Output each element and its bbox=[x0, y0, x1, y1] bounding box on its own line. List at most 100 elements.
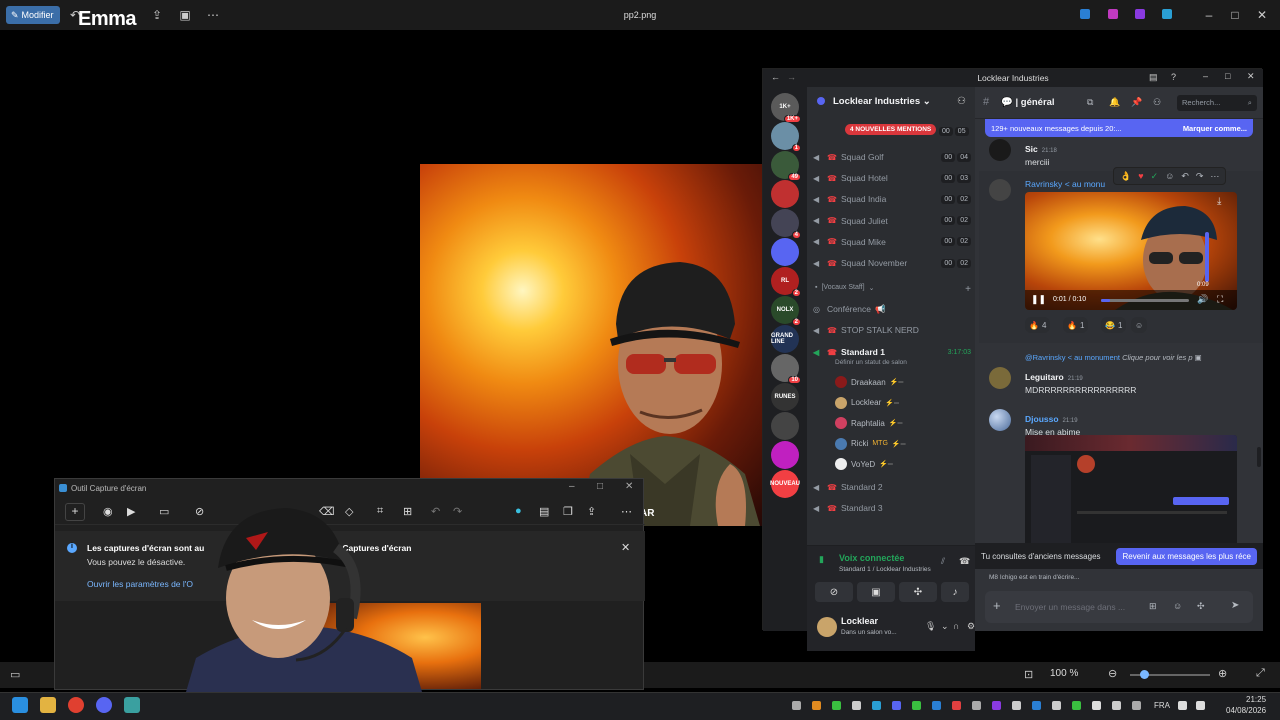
search-input[interactable]: Recherch... ⌕ bbox=[1177, 95, 1257, 111]
tray-icon[interactable] bbox=[1052, 701, 1061, 710]
chevron-down-icon[interactable]: ⌄ bbox=[941, 621, 949, 632]
tray-icon[interactable] bbox=[1072, 701, 1081, 710]
fullscreen-icon[interactable]: ⛶ bbox=[1217, 294, 1223, 305]
apps-icon[interactable]: ✣ bbox=[1197, 601, 1205, 612]
activities-icon[interactable]: ✣ bbox=[899, 582, 937, 602]
maximize-icon[interactable]: □ bbox=[1225, 71, 1230, 81]
avatar[interactable] bbox=[989, 367, 1011, 389]
filmstrip-icon[interactable]: ▭ bbox=[10, 668, 20, 681]
message-input[interactable]: Envoyer un message dans ... bbox=[1015, 602, 1125, 612]
tray-icon[interactable] bbox=[1112, 701, 1121, 710]
redo-icon[interactable]: ↷ bbox=[453, 505, 462, 518]
threads-icon[interactable]: ⧉ bbox=[1087, 97, 1093, 108]
voice-location[interactable]: Standard 1 / Locklear Industries bbox=[839, 566, 931, 573]
reply-icon[interactable]: ↶ bbox=[1181, 171, 1189, 182]
zoom-slider-thumb[interactable] bbox=[1140, 670, 1149, 679]
server-icon[interactable] bbox=[771, 412, 799, 440]
video-icon[interactable]: ▶ bbox=[127, 505, 135, 518]
gift-icon[interactable]: ⊞ bbox=[1149, 601, 1157, 612]
user-name[interactable]: Locklear bbox=[841, 616, 878, 626]
shape-mode-icon[interactable]: ▭ bbox=[159, 505, 169, 518]
message-author[interactable]: Ravrinsky < au monu bbox=[1025, 179, 1105, 189]
avatar[interactable] bbox=[989, 409, 1011, 431]
inbox-icon[interactable]: ▤ bbox=[1149, 72, 1158, 83]
more-icon[interactable]: ⋯ bbox=[621, 505, 632, 518]
voice-channel[interactable]: ◀ ☎ Squad Hotel 00 03 bbox=[813, 168, 971, 188]
channel-standard-2[interactable]: ◀ ☎ Standard 2 bbox=[813, 477, 971, 497]
server-icon[interactable]: 4 bbox=[771, 209, 801, 239]
voice-member[interactable]: Raphtalia ⚡═ bbox=[835, 413, 971, 433]
copy-icon[interactable]: ❐ bbox=[563, 505, 573, 518]
new-snip-button[interactable]: + bbox=[65, 503, 85, 521]
chrome-icon[interactable] bbox=[68, 697, 84, 713]
more-icon[interactable]: ⋯ bbox=[1210, 171, 1219, 182]
tray-icon[interactable] bbox=[832, 701, 841, 710]
members-icon[interactable]: ⚇ bbox=[1153, 97, 1161, 108]
mic-icon[interactable] bbox=[1132, 701, 1141, 710]
reply-reference[interactable]: @Ravrinsky < au monument Clique pour voi… bbox=[1025, 353, 1202, 362]
wifi-icon[interactable] bbox=[1178, 701, 1187, 710]
gear-icon[interactable]: ⚙ bbox=[967, 621, 975, 632]
tray-icon[interactable] bbox=[1092, 701, 1101, 710]
maximize-icon[interactable]: □ bbox=[597, 481, 603, 492]
app-icon[interactable] bbox=[1080, 9, 1090, 19]
share-icon[interactable]: ⇪ bbox=[587, 505, 596, 518]
tray-icon[interactable] bbox=[932, 701, 941, 710]
open-settings-link[interactable]: Ouvrir les paramètres de l'O bbox=[87, 579, 193, 589]
app-icon[interactable] bbox=[1135, 9, 1145, 19]
tray-icon[interactable] bbox=[892, 701, 901, 710]
app-icon[interactable] bbox=[1108, 9, 1118, 19]
voice-channel[interactable]: ◀ ☎ Squad Golf 00 04 bbox=[813, 147, 971, 167]
zoom-out-icon[interactable]: ⊖ bbox=[1108, 667, 1117, 680]
volume-icon[interactable] bbox=[1196, 701, 1205, 710]
voice-channel[interactable]: ◀ ☎ Squad November 00 02 bbox=[813, 253, 971, 273]
channel-conference[interactable]: ◎ Conférence 📢 bbox=[813, 299, 971, 319]
noise-suppression-icon[interactable]: ⫽ bbox=[941, 556, 945, 567]
ok-hand-icon[interactable]: 👌 bbox=[1120, 171, 1131, 182]
avatar[interactable] bbox=[989, 179, 1011, 201]
explorer-icon[interactable] bbox=[40, 697, 56, 713]
voice-channel[interactable]: ◀ ☎ Squad Mike 00 02 bbox=[813, 232, 971, 252]
bluetooth-icon[interactable] bbox=[1032, 701, 1041, 710]
add-channel-icon[interactable]: + bbox=[965, 284, 971, 295]
avatar[interactable] bbox=[817, 617, 837, 637]
reaction[interactable]: 😂 1 bbox=[1101, 317, 1127, 333]
video-progress-track[interactable] bbox=[1101, 299, 1189, 302]
tray-icon[interactable] bbox=[792, 701, 801, 710]
minimize-icon[interactable]: – bbox=[1202, 8, 1216, 22]
add-member-icon[interactable]: ⚇ bbox=[957, 96, 966, 107]
soundboard-icon[interactable]: ♪ bbox=[941, 582, 969, 602]
add-reaction-icon[interactable]: ☺ bbox=[1165, 171, 1174, 181]
voice-member[interactable]: Locklear ⚡═ bbox=[835, 393, 971, 413]
guild-name[interactable]: Locklear Industries ⌄ bbox=[833, 96, 931, 107]
close-info-icon[interactable]: ✕ bbox=[621, 541, 630, 554]
sticker-icon[interactable]: ☺ bbox=[1173, 601, 1182, 611]
heart-icon[interactable]: ♥ bbox=[1138, 171, 1143, 181]
jump-to-present-button[interactable]: Revenir aux messages les plus réce bbox=[1116, 547, 1257, 565]
tray-icon[interactable] bbox=[812, 701, 821, 710]
set-channel-status[interactable]: Définir un statut de salon bbox=[835, 359, 907, 366]
microphone-icon[interactable]: 🎙 bbox=[925, 621, 936, 632]
image-attachment[interactable] bbox=[1025, 435, 1237, 547]
close-icon[interactable]: ✕ bbox=[1247, 71, 1255, 82]
voice-member[interactable]: Draakaan ⚡═ bbox=[835, 372, 971, 392]
voice-channel[interactable]: ◀ ☎ Squad India 00 02 bbox=[813, 189, 971, 209]
download-icon[interactable]: ⤓ bbox=[1217, 196, 1221, 207]
server-icon[interactable] bbox=[771, 180, 799, 208]
minimize-icon[interactable]: – bbox=[1203, 71, 1208, 81]
new-messages-banner[interactable]: 129+ nouveaux messages depuis 20:... Mar… bbox=[985, 119, 1253, 137]
new-mentions-pill[interactable]: 4 NOUVELLES MENTIONS bbox=[845, 124, 937, 135]
tray-icon[interactable] bbox=[1012, 701, 1021, 710]
pause-icon[interactable]: ❚❚ bbox=[1031, 294, 1046, 305]
volume-slider[interactable] bbox=[1205, 232, 1209, 282]
close-icon[interactable]: ✕ bbox=[625, 481, 633, 492]
server-icon[interactable]: NOUVEAU bbox=[770, 470, 800, 498]
server-icon[interactable]: GRAND LINE bbox=[771, 325, 799, 353]
scrollbar[interactable] bbox=[1257, 447, 1261, 467]
server-icon[interactable] bbox=[771, 441, 799, 469]
minimize-icon[interactable]: – bbox=[569, 481, 575, 492]
tray-icon[interactable] bbox=[852, 701, 861, 710]
server-icon[interactable]: 1 bbox=[771, 122, 801, 152]
volume-icon[interactable]: 🔊 bbox=[1197, 294, 1208, 305]
server-icon[interactable]: RUNES bbox=[771, 383, 799, 411]
